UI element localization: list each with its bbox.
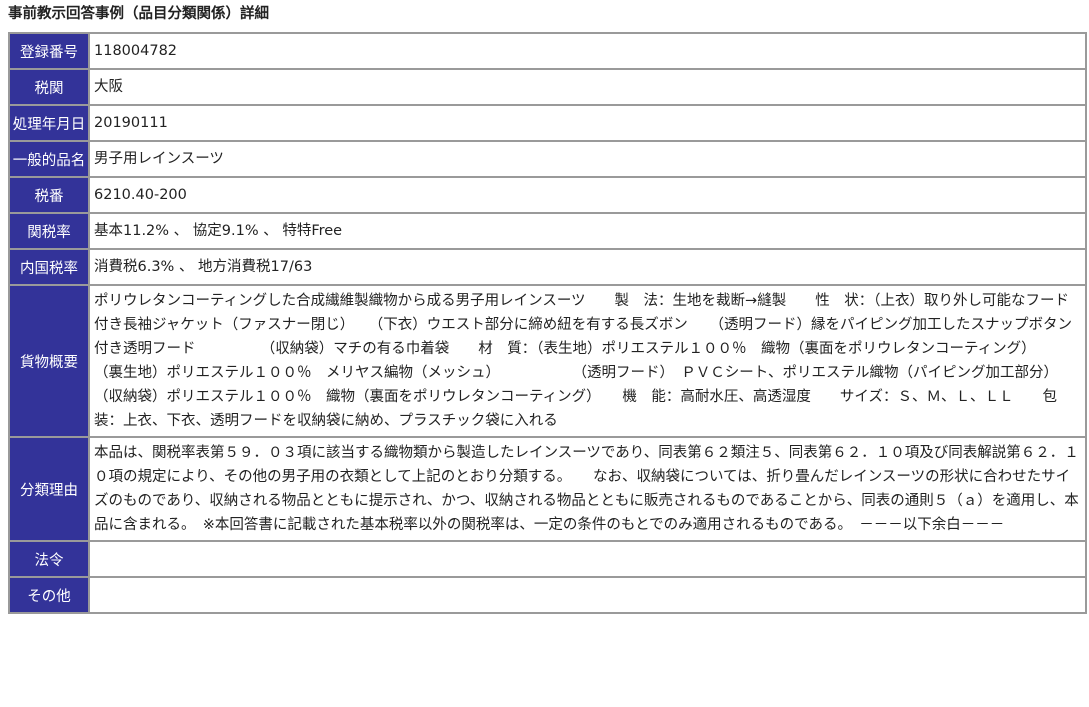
label-cargo-overview: 貨物概要: [8, 284, 90, 438]
value-other: [88, 576, 1087, 614]
value-processing-date: 20190111: [88, 104, 1087, 142]
label-laws: 法令: [8, 540, 90, 578]
row-domestic-tax-rate: 内国税率 消費税6.3% 、 地方消費税17/63: [8, 248, 1087, 286]
value-tariff-rate: 基本11.2% 、 協定9.1% 、 特特Free: [88, 212, 1087, 250]
detail-table: 登録番号 118004782 税関 大阪 処理年月日 20190111 一般的品…: [8, 32, 1087, 614]
row-laws: 法令: [8, 540, 1087, 578]
label-other: その他: [8, 576, 90, 614]
label-tariff-rate: 関税率: [8, 212, 90, 250]
label-processing-date: 処理年月日: [8, 104, 90, 142]
label-general-item-name: 一般的品名: [8, 140, 90, 178]
row-cargo-overview: 貨物概要 ポリウレタンコーティングした合成繊維製織物から成る男子用レインスーツ …: [8, 284, 1087, 438]
label-classification-reason: 分類理由: [8, 436, 90, 542]
row-customs-office: 税関 大阪: [8, 68, 1087, 106]
value-cargo-overview: ポリウレタンコーティングした合成繊維製織物から成る男子用レインスーツ 製 法：生…: [88, 284, 1087, 438]
row-classification-reason: 分類理由 本品は、関税率表第５９．０３項に該当する織物類から製造したレインスーツ…: [8, 436, 1087, 542]
value-general-item-name: 男子用レインスーツ: [88, 140, 1087, 178]
value-laws: [88, 540, 1087, 578]
value-classification-reason: 本品は、関税率表第５９．０３項に該当する織物類から製造したレインスーツであり、同…: [88, 436, 1087, 542]
value-tariff-number: 6210.40-200: [88, 176, 1087, 214]
value-customs-office: 大阪: [88, 68, 1087, 106]
row-tariff-rate: 関税率 基本11.2% 、 協定9.1% 、 特特Free: [8, 212, 1087, 250]
page-title: 事前教示回答事例（品目分類関係）詳細: [8, 6, 269, 22]
label-registration-number: 登録番号: [8, 32, 90, 70]
row-tariff-number: 税番 6210.40-200: [8, 176, 1087, 214]
row-other: その他: [8, 576, 1087, 614]
value-domestic-tax-rate: 消費税6.3% 、 地方消費税17/63: [88, 248, 1087, 286]
label-customs-office: 税関: [8, 68, 90, 106]
row-registration-number: 登録番号 118004782: [8, 32, 1087, 70]
value-registration-number: 118004782: [88, 32, 1087, 70]
row-general-item-name: 一般的品名 男子用レインスーツ: [8, 140, 1087, 178]
label-domestic-tax-rate: 内国税率: [8, 248, 90, 286]
label-tariff-number: 税番: [8, 176, 90, 214]
row-processing-date: 処理年月日 20190111: [8, 104, 1087, 142]
